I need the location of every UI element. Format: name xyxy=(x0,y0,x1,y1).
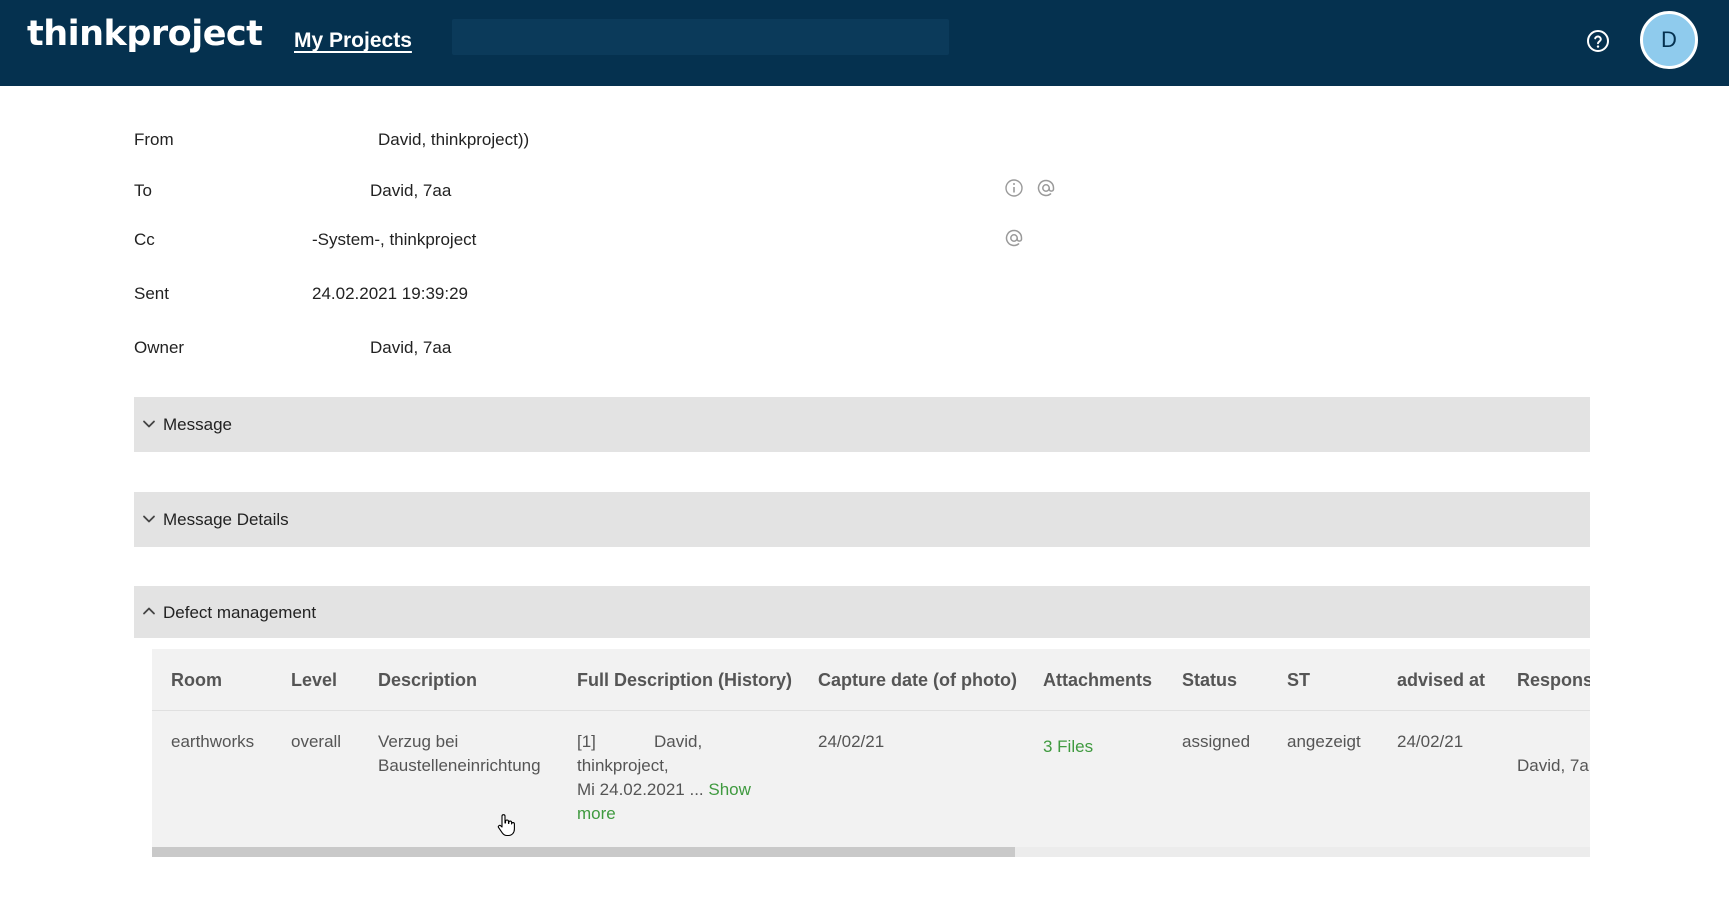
at-sign-icon[interactable] xyxy=(1004,228,1024,248)
column-header-capture-date[interactable]: Capture date (of photo) xyxy=(818,670,1017,691)
help-circle-icon[interactable] xyxy=(1586,29,1610,53)
message-section-header[interactable]: Message xyxy=(134,397,1590,452)
cell-advised-at: 24/02/21 xyxy=(1397,732,1464,751)
cell-level: overall xyxy=(291,732,342,751)
defect-management-section-header[interactable]: Defect management xyxy=(134,586,1590,638)
defect-management-section-title: Defect management xyxy=(163,603,317,622)
from-value: David, thinkproject)) xyxy=(378,130,530,149)
chevron-down-icon xyxy=(143,515,155,523)
cc-label: Cc xyxy=(134,230,155,249)
thinkproject-logo[interactable]: thinkproject xyxy=(27,14,263,54)
show-more-link-continuation[interactable]: more xyxy=(577,802,616,826)
cell-room: earthworks xyxy=(171,732,255,751)
scrollbar-thumb[interactable] xyxy=(152,847,1015,857)
chevron-down-icon xyxy=(143,420,155,428)
to-label: To xyxy=(134,181,152,200)
message-details-section-header[interactable]: Message Details xyxy=(134,492,1590,547)
project-search-bar[interactable] xyxy=(452,19,949,55)
history-date-text: Mi 24.02.2021 ... xyxy=(577,780,704,799)
table-header-row: Room Level Description Full Description … xyxy=(152,649,1590,711)
column-header-responsible[interactable]: Respons xyxy=(1517,670,1590,691)
top-navigation-bar: thinkproject My Projects D xyxy=(0,0,1729,86)
owner-label: Owner xyxy=(134,338,185,357)
my-projects-link[interactable]: My Projects xyxy=(294,29,412,53)
cell-history-index: [1] xyxy=(577,732,596,751)
column-header-room[interactable]: Room xyxy=(171,670,222,691)
column-header-st[interactable]: ST xyxy=(1287,670,1310,691)
show-more-link[interactable]: Show xyxy=(708,780,751,799)
cell-history-date: Mi 24.02.2021 ... Show xyxy=(577,778,751,802)
column-header-advised-at[interactable]: advised at xyxy=(1397,670,1485,691)
cell-st: angezeigt xyxy=(1287,732,1361,751)
column-header-full-description[interactable]: Full Description (History) xyxy=(577,670,792,691)
sent-value: 24.02.2021 19:39:29 xyxy=(312,284,468,303)
owner-value: David, 7aa xyxy=(370,338,452,357)
cell-history-author: David, xyxy=(654,732,703,751)
hand-pointer-icon xyxy=(497,814,515,837)
column-header-description[interactable]: Description xyxy=(378,670,477,691)
message-details-section-title: Message Details xyxy=(163,510,289,529)
message-section-title: Message xyxy=(163,415,232,434)
cc-value: -System-, thinkproject xyxy=(312,230,477,249)
attachments-link[interactable]: 3 Files xyxy=(1043,735,1093,759)
cell-status: assigned xyxy=(1182,732,1251,751)
column-header-attachments[interactable]: Attachments xyxy=(1043,670,1152,691)
info-icon[interactable] xyxy=(1004,178,1024,198)
cell-description-line-2: Baustelleneinrichtung xyxy=(378,756,541,775)
cell-description-line-1: Verzug bei xyxy=(378,732,459,751)
cell-responsible: David, 7a xyxy=(1517,756,1589,775)
horizontal-scrollbar[interactable] xyxy=(152,847,1590,857)
cell-history-company: thinkproject, xyxy=(577,756,669,775)
column-header-level[interactable]: Level xyxy=(291,670,337,691)
at-sign-icon[interactable] xyxy=(1036,178,1056,198)
defect-table: Room Level Description Full Description … xyxy=(152,649,1590,857)
from-label: From xyxy=(134,130,174,149)
column-header-status[interactable]: Status xyxy=(1182,670,1237,691)
cell-capture-date: 24/02/21 xyxy=(818,732,885,751)
chevron-up-icon xyxy=(143,607,155,615)
sent-label: Sent xyxy=(134,284,169,303)
user-avatar[interactable]: D xyxy=(1640,11,1698,69)
to-value: David, 7aa xyxy=(370,181,452,200)
